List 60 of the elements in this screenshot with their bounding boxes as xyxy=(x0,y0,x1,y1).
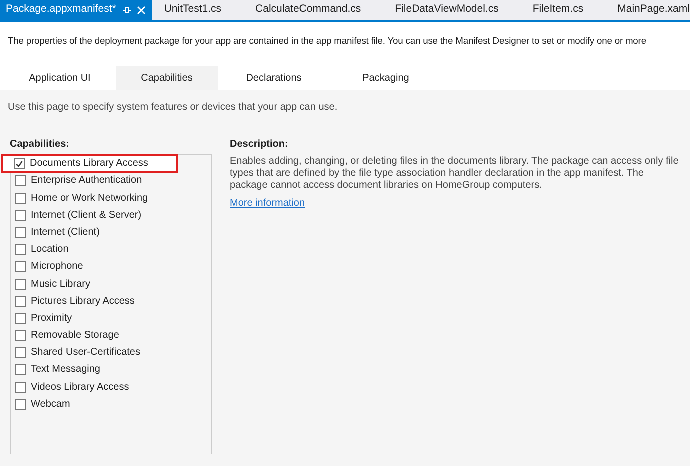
capability-label: Shared User-Certificates xyxy=(31,346,140,360)
capability-item[interactable]: Webcam xyxy=(11,396,211,413)
checkbox[interactable] xyxy=(15,312,26,324)
capability-label: Enterprise Authentication xyxy=(31,174,142,188)
capability-label: Videos Library Access xyxy=(31,380,130,395)
checkbox[interactable] xyxy=(15,364,26,376)
capabilities-heading: Capabilities: xyxy=(10,138,70,152)
intro-text: The properties of the deployment package for your app are contained in the app manifest file. You can use the Manifest Designer to set or modify one or more xyxy=(8,35,646,46)
document-tab[interactable]: CalculateCommand.cs xyxy=(250,0,368,20)
capability-item[interactable]: Enterprise Authentication xyxy=(11,172,211,190)
description-text: Enables adding, changing, or deleting files in the documents library. The package can access only file types that are defined by the file type association handler declaration in the app manifest. The package cannot access document libraries on HomeGroup computers. xyxy=(230,156,680,192)
checkbox[interactable] xyxy=(15,226,26,238)
capability-item[interactable]: Text Messaging xyxy=(11,361,211,379)
capability-label: Home or Work Networking xyxy=(31,192,148,206)
capability-item[interactable]: Internet (Client) xyxy=(11,224,211,242)
capability-label: Text Messaging xyxy=(31,363,100,378)
capability-item[interactable]: Videos Library Access xyxy=(11,378,211,396)
capability-label: Proximity xyxy=(31,312,72,326)
checkbox[interactable] xyxy=(15,278,26,290)
description-heading: Description: xyxy=(230,138,290,152)
capability-item[interactable]: Music Library xyxy=(11,275,211,293)
hint-text: Use this page to specify system features or devices that your app can use. xyxy=(8,102,338,114)
document-tab[interactable]: UnitTest1.cs xyxy=(158,0,228,20)
capability-item[interactable]: Internet (Client & Server) xyxy=(11,206,211,224)
capability-label: Internet (Client & Server) xyxy=(31,208,142,223)
checkbox[interactable] xyxy=(15,347,26,358)
capability-label: Internet (Client) xyxy=(31,226,100,240)
capability-item[interactable]: Microphone xyxy=(11,258,211,276)
document-tab[interactable]: MainPage.xaml xyxy=(612,0,690,20)
capability-item[interactable]: Proximity xyxy=(11,310,211,327)
capability-label: Webcam xyxy=(31,398,70,412)
close-icon[interactable] xyxy=(137,6,146,14)
checkbox[interactable] xyxy=(15,261,26,272)
document-tab[interactable]: Package.appxmanifest* xyxy=(0,0,152,20)
document-tab[interactable]: FileItem.cs xyxy=(526,0,590,20)
capability-item[interactable]: Removable Storage xyxy=(11,326,211,344)
checkbox[interactable] xyxy=(15,244,26,256)
checkbox[interactable] xyxy=(15,382,26,393)
capability-label: Music Library xyxy=(31,278,90,292)
capability-item[interactable]: Location xyxy=(11,241,211,258)
capability-item[interactable]: Documents Library Access xyxy=(2,155,177,172)
checkbox[interactable] xyxy=(15,398,26,410)
capability-item[interactable]: Shared User-Certificates xyxy=(11,344,211,362)
capability-label: Removable Storage xyxy=(31,329,120,344)
checkbox[interactable] xyxy=(15,296,26,307)
capability-label: Pictures Library Access xyxy=(31,294,135,309)
capability-item[interactable]: Pictures Library Access xyxy=(11,292,211,310)
checkbox[interactable] xyxy=(15,192,26,204)
designer-tab[interactable]: Capabilities xyxy=(116,66,218,90)
capability-label: Microphone xyxy=(31,260,84,274)
capability-label: Location xyxy=(31,243,69,258)
more-information-link[interactable]: More information xyxy=(230,198,306,210)
checkbox[interactable] xyxy=(15,210,26,221)
checkbox[interactable] xyxy=(15,330,26,342)
capability-label: Documents Library Access xyxy=(30,157,148,172)
pin-icon[interactable] xyxy=(122,6,132,14)
checkbox[interactable] xyxy=(14,158,25,170)
document-tab[interactable]: FileDataViewModel.cs xyxy=(389,0,505,20)
checkbox[interactable] xyxy=(15,175,26,186)
capability-item[interactable]: Home or Work Networking xyxy=(11,189,211,207)
